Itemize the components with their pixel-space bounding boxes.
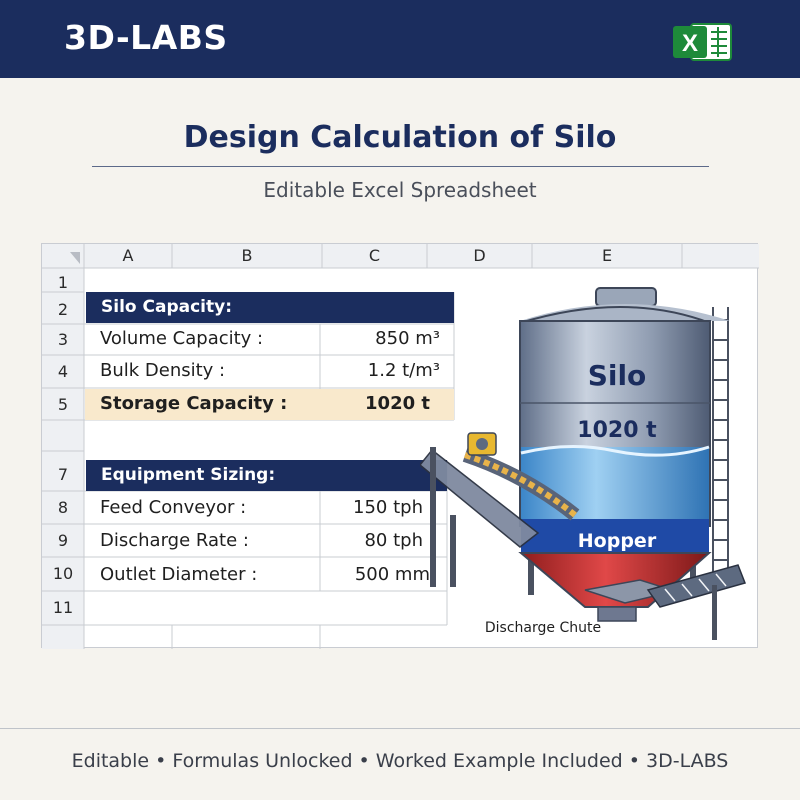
row-header-3[interactable]: 3 — [42, 330, 84, 349]
hopper-label: Hopper — [578, 530, 657, 552]
row-header-8[interactable]: 8 — [42, 498, 84, 517]
brand-logo-text: 3D-LABS — [64, 18, 228, 57]
page-title: Design Calculation of Silo — [183, 120, 617, 155]
footer-tagline: Editable • Formulas Unlocked • Worked Ex… — [71, 750, 729, 772]
feed-conveyor-value[interactable]: 150 tph — [320, 497, 423, 518]
row-header-10[interactable]: 10 — [42, 564, 84, 583]
row-header-7[interactable]: 7 — [42, 465, 84, 484]
silo-illustration: Silo 1020 t Hopper Discharge Chute — [420, 287, 746, 640]
silo-label: Silo — [588, 359, 647, 392]
row-header-11[interactable]: 11 — [42, 598, 84, 617]
header-bar: 3D-LABS X — [0, 0, 800, 78]
page-subtitle: Editable Excel Spreadsheet — [263, 178, 537, 202]
storage-capacity-label[interactable]: Storage Capacity : — [100, 393, 287, 414]
feed-conveyor-label[interactable]: Feed Conveyor : — [100, 497, 246, 518]
silo-capacity-label: 1020 t — [577, 418, 657, 443]
excel-icon: X — [673, 23, 732, 61]
title-divider — [92, 166, 709, 167]
row-header-1[interactable]: 1 — [42, 273, 84, 292]
discharge-chute-label: Discharge Chute — [485, 620, 601, 636]
outlet-diameter-value[interactable]: 500 mm — [320, 564, 430, 585]
row-header-2[interactable]: 2 — [42, 300, 84, 319]
row-header-4[interactable]: 4 — [42, 362, 84, 381]
column-header-a[interactable]: A — [84, 246, 172, 265]
column-header-d[interactable]: D — [427, 246, 532, 265]
silo-capacity-header: Silo Capacity: — [86, 292, 454, 323]
footer-divider — [0, 728, 800, 729]
outlet-diameter-label[interactable]: Outlet Diameter : — [100, 564, 257, 585]
ladder — [712, 307, 729, 585]
row-header-5[interactable]: 5 — [42, 395, 84, 414]
column-header-c[interactable]: C — [322, 246, 427, 265]
column-header-e[interactable]: E — [532, 246, 682, 265]
storage-capacity-value[interactable]: 1020 t — [320, 393, 430, 414]
volume-capacity-label[interactable]: Volume Capacity : — [100, 328, 263, 349]
row-header-9[interactable]: 9 — [42, 531, 84, 550]
bulk-density-label[interactable]: Bulk Density : — [100, 360, 225, 381]
equipment-sizing-header: Equipment Sizing: — [86, 460, 447, 491]
discharge-rate-value[interactable]: 80 tph — [320, 530, 423, 551]
column-header-b[interactable]: B — [172, 246, 322, 265]
svg-text:X: X — [682, 30, 698, 57]
discharge-rate-label[interactable]: Discharge Rate : — [100, 530, 249, 551]
